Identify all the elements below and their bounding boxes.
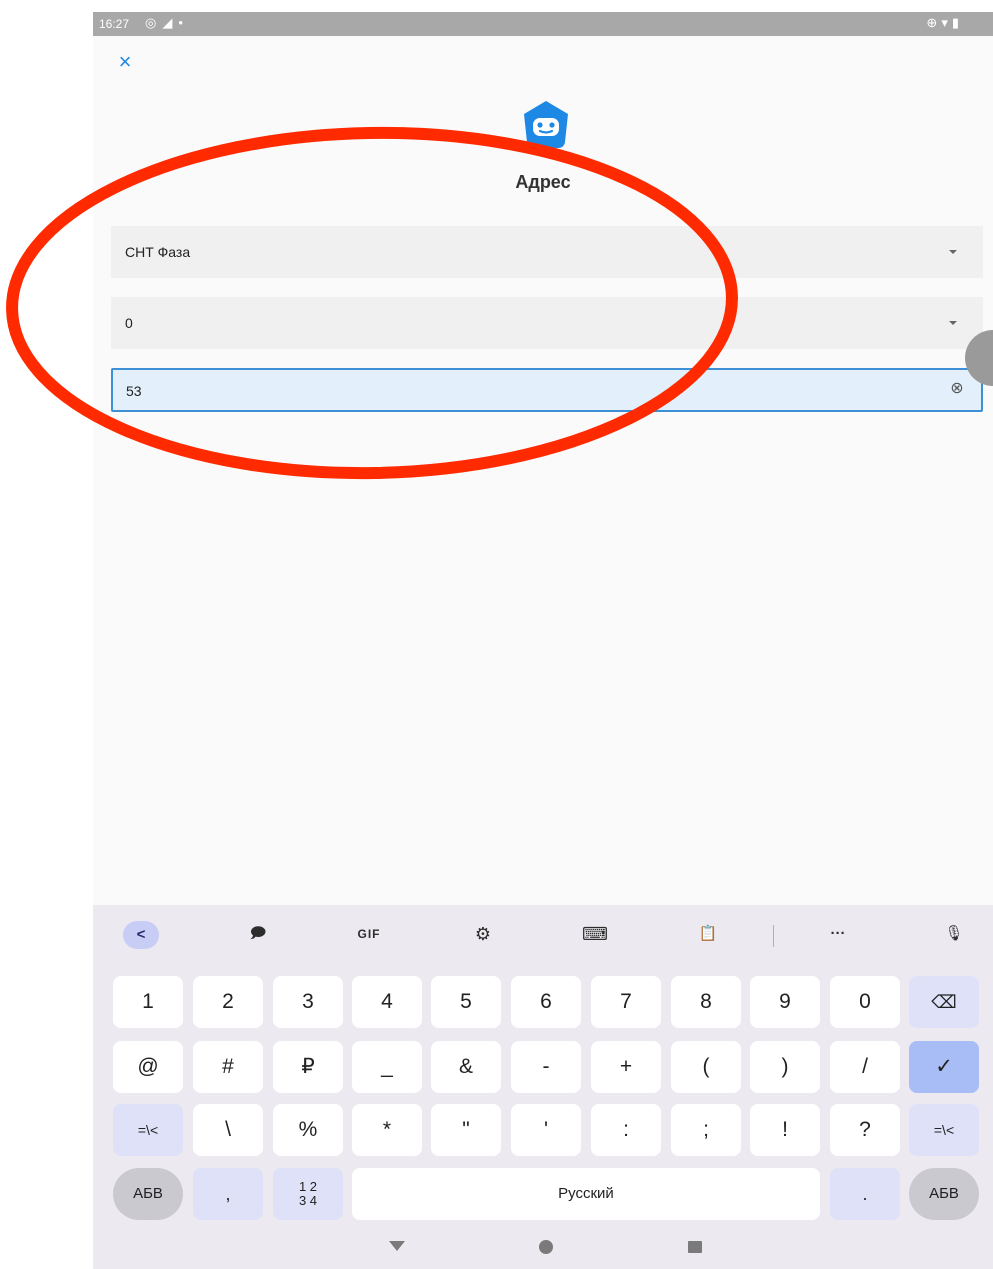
numpad-top: 1 2 bbox=[298, 1179, 318, 1194]
recents-nav-icon[interactable] bbox=[687, 1239, 703, 1255]
wifi-icon: ▾ bbox=[941, 15, 952, 30]
settlement-select[interactable]: СНТ Фаза bbox=[111, 226, 983, 278]
period-key[interactable]: . bbox=[830, 1168, 900, 1220]
navigation-bar bbox=[93, 1225, 993, 1269]
numpad-bottom: 3 4 bbox=[298, 1193, 318, 1208]
key-underscore[interactable]: _ bbox=[352, 1041, 422, 1093]
gear-icon[interactable]: ⚙ bbox=[468, 922, 498, 946]
key-asterisk[interactable]: * bbox=[352, 1104, 422, 1156]
status-right-icons: ⊕▾▮ bbox=[926, 15, 963, 31]
key-ampersand[interactable]: & bbox=[431, 1041, 501, 1093]
key-6[interactable]: 6 bbox=[511, 976, 581, 1028]
key-open-paren[interactable]: ( bbox=[671, 1041, 741, 1093]
symbols-toggle-right[interactable]: =\< bbox=[909, 1104, 979, 1156]
key-ruble[interactable]: ₽ bbox=[273, 1041, 343, 1093]
key-0[interactable]: 0 bbox=[830, 976, 900, 1028]
house-number-value: 53 bbox=[126, 383, 142, 399]
phone-screen: 16:27 ◎◢• ⊕▾▮ × Адрес СНТ Фаза 0 53 ⊗ < … bbox=[93, 12, 993, 1269]
telegram-icon: ◢ bbox=[162, 15, 179, 30]
comma-key[interactable]: , bbox=[193, 1168, 263, 1220]
settlement-value: СНТ Фаза bbox=[125, 244, 191, 260]
key-question[interactable]: ? bbox=[830, 1104, 900, 1156]
key-5[interactable]: 5 bbox=[431, 976, 501, 1028]
abc-key-left[interactable]: АБВ bbox=[113, 1168, 183, 1220]
key-1[interactable]: 1 bbox=[113, 976, 183, 1028]
backspace-key[interactable]: ⌫ bbox=[909, 976, 979, 1028]
clipboard-icon[interactable]: 📋 bbox=[693, 922, 723, 946]
mic-icon[interactable]: 🎙 bbox=[939, 922, 969, 946]
space-key[interactable]: Русский bbox=[352, 1168, 820, 1220]
enter-key[interactable]: ✓ bbox=[909, 1041, 979, 1093]
key-semicolon[interactable]: ; bbox=[671, 1104, 741, 1156]
status-time: 16:27 bbox=[99, 17, 130, 31]
sticker-icon[interactable]: 🗩 bbox=[243, 922, 273, 946]
status-bar: 16:27 ◎◢• ⊕▾▮ bbox=[93, 12, 993, 36]
status-left-icons: ◎◢• bbox=[145, 15, 189, 31]
key-4[interactable]: 4 bbox=[352, 976, 422, 1028]
key-9[interactable]: 9 bbox=[750, 976, 820, 1028]
dot-icon: • bbox=[178, 15, 189, 30]
street-select[interactable]: 0 bbox=[111, 297, 983, 349]
keyboard-icon[interactable]: ⌨ bbox=[580, 922, 610, 946]
sync-icon: ⊕ bbox=[926, 15, 942, 30]
key-exclamation[interactable]: ! bbox=[750, 1104, 820, 1156]
more-icon[interactable]: ··· bbox=[823, 922, 853, 946]
key-close-paren[interactable]: ) bbox=[750, 1041, 820, 1093]
chevron-down-icon bbox=[949, 321, 957, 325]
battery-icon: ▮ bbox=[951, 15, 963, 30]
key-single-quote[interactable]: ' bbox=[511, 1104, 581, 1156]
key-3[interactable]: 3 bbox=[273, 976, 343, 1028]
key-8[interactable]: 8 bbox=[671, 976, 741, 1028]
street-value: 0 bbox=[125, 315, 133, 331]
key-at[interactable]: @ bbox=[113, 1041, 183, 1093]
gif-button[interactable]: GIF bbox=[351, 922, 387, 946]
page-title: Адрес bbox=[515, 172, 571, 192]
abc-key-right[interactable]: АБВ bbox=[909, 1168, 979, 1220]
key-colon[interactable]: : bbox=[591, 1104, 661, 1156]
toolbar-divider bbox=[773, 925, 774, 947]
caption-strip bbox=[0, 0, 993, 12]
key-backslash[interactable]: \ bbox=[193, 1104, 263, 1156]
chevron-down-icon bbox=[949, 250, 957, 254]
clear-icon[interactable]: ⊗ bbox=[947, 379, 967, 399]
house-number-input[interactable]: 53 ⊗ bbox=[111, 368, 983, 412]
alarm-icon: ◎ bbox=[145, 15, 163, 30]
key-hash[interactable]: # bbox=[193, 1041, 263, 1093]
symbols-toggle-left[interactable]: =\< bbox=[113, 1104, 183, 1156]
key-plus[interactable]: + bbox=[591, 1041, 661, 1093]
key-7[interactable]: 7 bbox=[591, 976, 661, 1028]
home-nav-icon[interactable] bbox=[538, 1239, 554, 1255]
key-slash[interactable]: / bbox=[830, 1041, 900, 1093]
close-button[interactable]: × bbox=[111, 48, 139, 76]
key-percent[interactable]: % bbox=[273, 1104, 343, 1156]
key-2[interactable]: 2 bbox=[193, 976, 263, 1028]
back-icon[interactable]: < bbox=[123, 921, 159, 949]
keyboard-toolbar: < 🗩 GIF ⚙ ⌨ 📋 ··· 🎙 bbox=[93, 905, 993, 961]
back-nav-icon[interactable] bbox=[388, 1239, 406, 1253]
robot-face-icon bbox=[524, 101, 568, 148]
key-minus[interactable]: - bbox=[511, 1041, 581, 1093]
key-double-quote[interactable]: " bbox=[431, 1104, 501, 1156]
numpad-key[interactable]: 1 2 3 4 bbox=[273, 1168, 343, 1220]
